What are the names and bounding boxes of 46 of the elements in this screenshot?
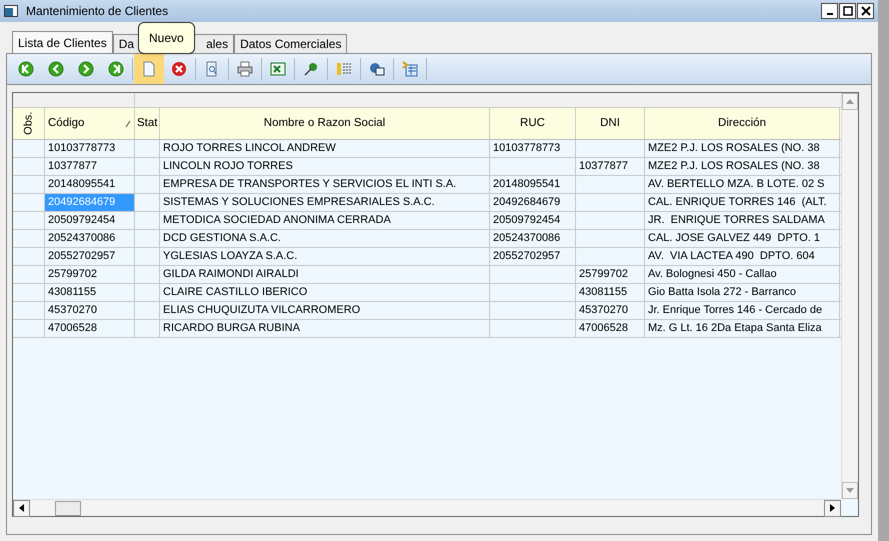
table-cell: YGLESIAS LOAYZA S.A.C.: [160, 248, 490, 265]
table-cell: 45370270: [576, 302, 645, 319]
table-cell: ELIAS CHUQUIZUTA VILCARROMERO: [160, 302, 490, 319]
table-cell: Jr. Enrique Torres 146 - Cercado de: [645, 302, 840, 319]
table-cell: 20524370086: [490, 230, 576, 247]
table-cell: 20148095541: [490, 176, 576, 193]
table-cell: Gio Batta Isola 272 - Barranco: [645, 284, 840, 301]
table-cell: CLAIRE CASTILLO IBERICO: [160, 284, 490, 301]
tooltip: Nuevo: [138, 22, 195, 54]
table-cell: 10377877: [576, 158, 645, 175]
table-cell: 25799702: [45, 266, 135, 283]
table-cell: 20552702957: [490, 248, 576, 265]
table-cell: MZE2 P.J. LOS ROSALES (NO. 38: [645, 158, 840, 175]
table-cell: 20552702957: [45, 248, 135, 265]
table-cell: 20492684679: [490, 194, 576, 211]
table-cell: 20524370086: [45, 230, 135, 247]
table-cell: 10377877: [45, 158, 135, 175]
table-cell: DCD GESTIONA S.A.C.: [160, 230, 490, 247]
table-cell: AV. BERTELLO MZA. B LOTE. 02 S: [645, 176, 840, 193]
table-cell: LINCOLN ROJO TORRES: [160, 158, 490, 175]
table-cell: Av. Bolognesi 450 - Callao: [645, 266, 840, 283]
table-cell: AV. VIA LACTEA 490 DPTO. 604: [645, 248, 840, 265]
table-cell: CAL. ENRIQUE TORRES 146 (ALT.: [645, 194, 840, 211]
table-cell: 43081155: [576, 284, 645, 301]
table-cell: 47006528: [576, 320, 645, 337]
table-cell: Mz. G Lt. 16 2Da Etapa Santa Eliza: [645, 320, 840, 337]
window-title: Mantenimiento de Clientes: [26, 3, 168, 20]
table-cell: 10103778773: [490, 140, 576, 157]
table-cell: 20492684679: [45, 194, 135, 211]
table-cell: EMPRESA DE TRANSPORTES Y SERVICIOS EL INTI S.A.: [160, 176, 490, 193]
table-cell: 47006528: [45, 320, 135, 337]
table-cell: MZE2 P.J. LOS ROSALES (NO. 38: [645, 140, 840, 157]
table-cell: 20148095541: [45, 176, 135, 193]
table-cell: ROJO TORRES LINCOL ANDREW: [160, 140, 490, 157]
table-cell: 20509792454: [490, 212, 576, 229]
table-cell: JR. ENRIQUE TORRES SALDAMA: [645, 212, 840, 229]
table-cell: 20509792454: [45, 212, 135, 229]
table-cell: 43081155: [45, 284, 135, 301]
table-cell: 25799702: [576, 266, 645, 283]
table-cell: METODICA SOCIEDAD ANONIMA CERRADA: [160, 212, 490, 229]
table-cell: RICARDO BURGA RUBINA: [160, 320, 490, 337]
table-cell: SISTEMAS Y SOLUCIONES EMPRESARIALES S.A.C.: [160, 194, 490, 211]
table-cell: 10103778773: [45, 140, 135, 157]
table-cell: CAL. JOSE GALVEZ 449 DPTO. 1: [645, 230, 840, 247]
table-cell: 45370270: [45, 302, 135, 319]
table-cell: GILDA RAIMONDI AIRALDI: [160, 266, 490, 283]
